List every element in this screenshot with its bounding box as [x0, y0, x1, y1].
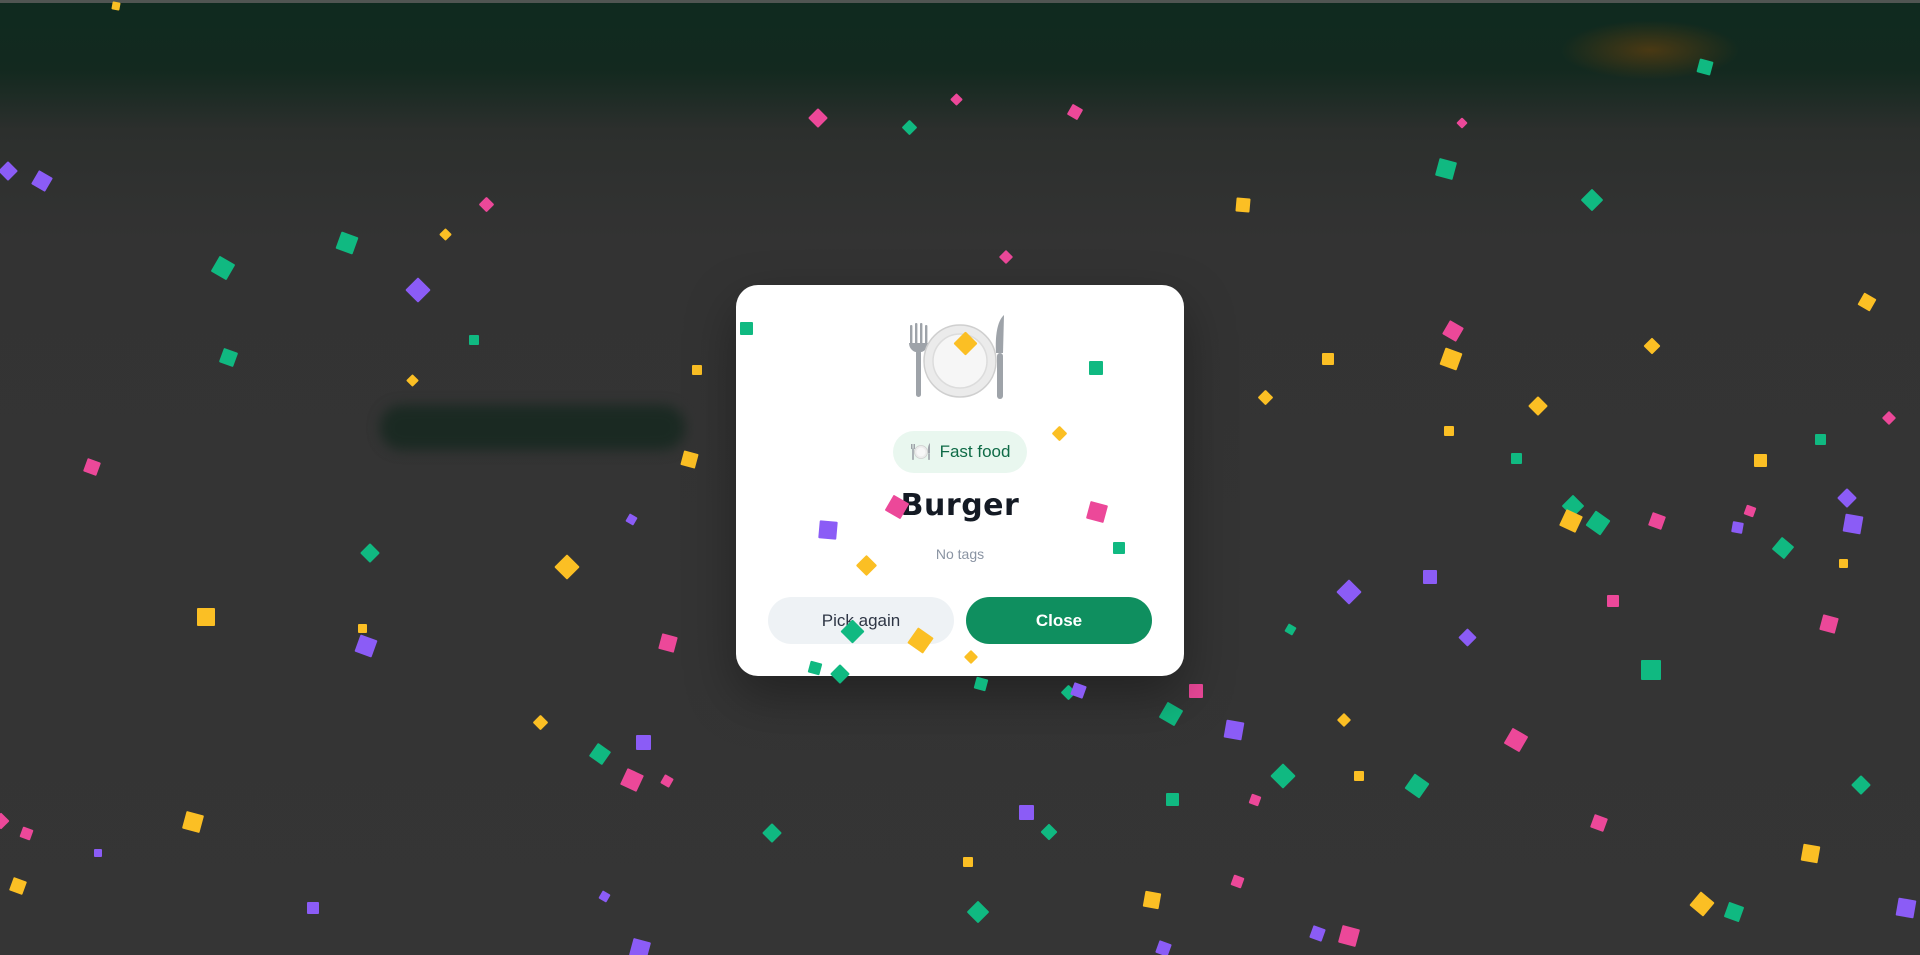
blurred-highlight: [1560, 20, 1740, 80]
tags-text: No tags: [935, 546, 985, 562]
top-strip: [0, 0, 1920, 3]
category-chip: Fast food: [893, 431, 1027, 473]
blurred-page-element: [380, 405, 685, 450]
pick-result-dialog: Fast food Burger No tags Pick again Clos…: [736, 285, 1184, 676]
plate-with-cutlery-icon: [910, 441, 932, 463]
dish-name: Burger: [900, 488, 1020, 523]
plate-with-cutlery-icon: [736, 315, 1184, 399]
category-label: Fast food: [939, 442, 1011, 461]
close-button[interactable]: Close: [966, 597, 1152, 644]
pick-again-button[interactable]: Pick again: [768, 597, 954, 644]
